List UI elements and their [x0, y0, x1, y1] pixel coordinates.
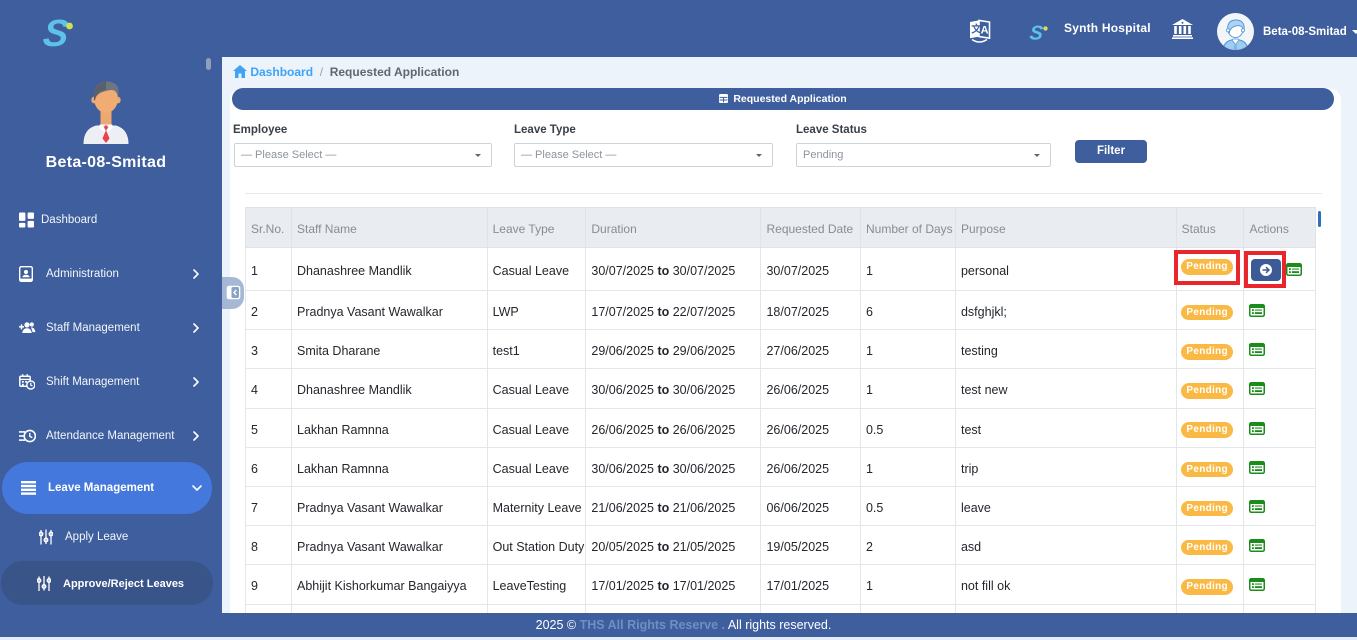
svg-text:S: S — [1029, 23, 1045, 43]
svg-text:A: A — [981, 25, 989, 37]
svg-text:S: S — [41, 13, 71, 52]
